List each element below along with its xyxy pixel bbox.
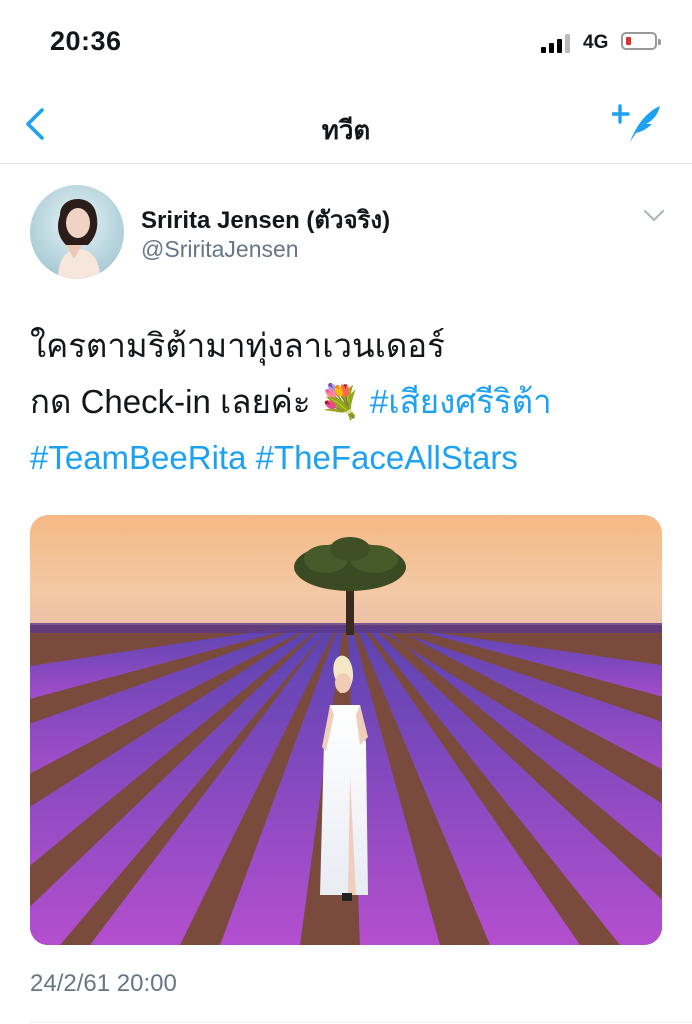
- divider: [30, 1022, 692, 1023]
- hashtag-link[interactable]: #เสียงศรีริต้า: [370, 383, 552, 420]
- user-handle[interactable]: @SriritaJensen: [141, 236, 299, 263]
- page-title: ทวีต: [321, 115, 371, 145]
- avatar[interactable]: [30, 185, 124, 279]
- status-bar: 20:36 4G: [0, 0, 692, 88]
- tweet-text-line: ใครตามริต้ามาทุ่งลาเวนเดอร์: [30, 327, 445, 364]
- chevron-down-icon[interactable]: [642, 208, 666, 224]
- tweet-timestamp: 24/2/61 20:00: [30, 970, 177, 997]
- hashtag-link[interactable]: #TeamBeeRita: [30, 439, 246, 476]
- compose-tweet-icon[interactable]: [612, 102, 664, 146]
- tweet-photo[interactable]: [30, 515, 662, 945]
- bouquet-emoji: 💐: [319, 383, 361, 420]
- tweet-text: ใครตามริต้ามาทุ่งลาเวนเดอร์ กด Check-in …: [30, 318, 670, 486]
- signal-icon: [541, 33, 575, 53]
- tweet-text-line: กด Check-in เลยค่ะ 💐 #เสียงศรีริต้า: [30, 374, 670, 430]
- status-time: 20:36: [50, 26, 122, 56]
- display-name[interactable]: Sririta Jensen (ตัวจริง): [141, 200, 390, 239]
- hashtag-link[interactable]: #TheFaceAllStars: [256, 439, 518, 476]
- nav-bar: ทวีต: [0, 88, 692, 164]
- battery-icon: [621, 32, 661, 50]
- tweet-text-segment: กด Check-in เลยค่ะ: [30, 383, 320, 420]
- network-type: 4G: [583, 32, 609, 53]
- tweet-text-line: #TeamBeeRita #TheFaceAllStars: [30, 430, 670, 486]
